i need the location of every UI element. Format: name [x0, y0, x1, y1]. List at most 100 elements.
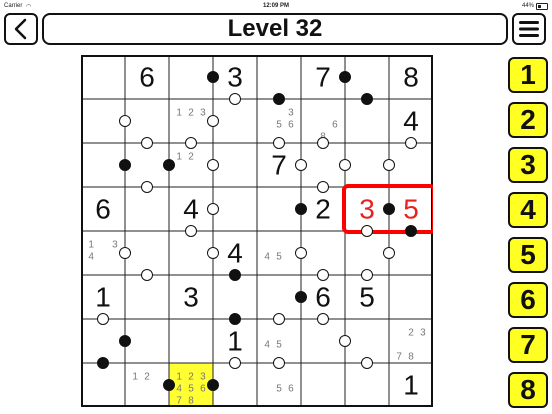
board-cell[interactable] — [256, 274, 302, 320]
board-cell[interactable] — [300, 318, 346, 364]
page-title: Level 32 — [227, 15, 323, 42]
hamburger-menu-icon — [519, 21, 539, 37]
back-button[interactable] — [4, 13, 38, 45]
board-cell[interactable] — [344, 98, 390, 144]
board-cell[interactable] — [256, 186, 302, 232]
candidate-digit: 1 — [176, 372, 182, 383]
number-button-4[interactable]: 4 — [508, 192, 548, 228]
board-cell[interactable] — [124, 186, 170, 232]
board-cell[interactable] — [124, 142, 170, 188]
white-dot — [361, 225, 373, 237]
black-dot — [207, 379, 219, 391]
white-dot — [119, 247, 131, 259]
board-cell[interactable] — [256, 55, 302, 100]
menu-button[interactable] — [512, 13, 546, 45]
cell-value: 6 — [95, 193, 111, 224]
black-dot — [339, 71, 351, 83]
black-dot — [163, 159, 175, 171]
board-cell[interactable] — [168, 55, 214, 100]
white-dot — [119, 115, 131, 127]
board-cell[interactable] — [124, 362, 170, 407]
candidate-digit: 6 — [332, 120, 338, 131]
board-cell[interactable] — [388, 274, 433, 320]
cell-value: 2 — [315, 193, 331, 224]
number-button-5[interactable]: 5 — [508, 237, 548, 273]
board-cell[interactable] — [344, 318, 390, 364]
board-cell[interactable] — [124, 274, 170, 320]
board-cell[interactable] — [212, 186, 258, 232]
number-button-6[interactable]: 6 — [508, 282, 548, 318]
candidate-digit: 1 — [132, 372, 138, 383]
white-dot — [141, 269, 153, 281]
board-cell[interactable] — [81, 318, 126, 364]
candidate-digit: 6 — [288, 384, 294, 395]
candidate-digit: 7 — [396, 351, 402, 362]
white-dot — [295, 159, 307, 171]
board-cell[interactable] — [124, 98, 170, 144]
white-dot — [229, 357, 241, 369]
white-dot — [383, 159, 395, 171]
board-cell[interactable] — [212, 274, 258, 320]
board-cell[interactable] — [388, 142, 433, 188]
candidate-digit: 1 — [88, 240, 94, 251]
board-cell[interactable] — [388, 230, 433, 276]
sudoku-board[interactable]: 1 2 3 35 6 681 21 34 4 54 52 37 81 2 1 2 34 5 67 85 66 3 7 8476… — [81, 55, 433, 407]
number-button-3[interactable]: 3 — [508, 147, 548, 183]
board-cell[interactable] — [124, 230, 170, 276]
white-dot — [361, 357, 373, 369]
number-button-7[interactable]: 7 — [508, 327, 548, 363]
candidate-digit: 5 — [276, 340, 282, 351]
white-dot — [229, 93, 241, 105]
number-button-1[interactable]: 1 — [508, 57, 548, 93]
board-cell[interactable] — [212, 98, 258, 144]
candidate-digit: 6 — [288, 120, 294, 131]
cell-value: 7 — [315, 61, 331, 92]
candidate-digit: 3 — [200, 108, 206, 119]
board-cell[interactable] — [168, 98, 214, 144]
white-dot — [339, 335, 351, 347]
black-dot — [97, 357, 109, 369]
candidate-digit: 8 — [408, 351, 414, 362]
board-cell[interactable] — [212, 362, 258, 407]
candidate-digit: 3 — [200, 372, 206, 383]
number-button-8[interactable]: 8 — [508, 372, 548, 408]
board-cell[interactable] — [81, 362, 126, 407]
board-cell[interactable] — [168, 230, 214, 276]
board-cell[interactable] — [81, 55, 126, 100]
board-cell[interactable] — [344, 362, 390, 407]
white-dot — [207, 159, 219, 171]
cell-value: 1 — [403, 369, 419, 400]
white-dot — [405, 137, 417, 149]
board-cell[interactable] — [344, 142, 390, 188]
board-cell[interactable] — [212, 142, 258, 188]
clock: 12:09 PM — [262, 3, 289, 9]
white-dot — [317, 269, 329, 281]
black-dot — [163, 379, 175, 391]
number-button-2[interactable]: 2 — [508, 102, 548, 138]
black-dot — [295, 291, 307, 303]
candidate-digit: 8 — [188, 395, 194, 406]
status-bar: Carrier ◠ 12:09 PM 44% — [0, 0, 552, 12]
candidate-digit: 1 — [176, 152, 182, 163]
white-dot — [207, 115, 219, 127]
cell-value: 3 — [227, 61, 243, 92]
candidate-digit: 1 — [176, 108, 182, 119]
board-cell[interactable] — [300, 362, 346, 407]
board-cell[interactable] — [344, 55, 390, 100]
board-cell[interactable] — [81, 98, 126, 144]
board-cell[interactable] — [168, 318, 214, 364]
candidate-digit: 2 — [188, 108, 194, 119]
cell-value: 4 — [227, 237, 243, 268]
cell-value: 4 — [403, 105, 419, 136]
board-cell[interactable] — [124, 318, 170, 364]
black-dot — [119, 159, 131, 171]
board-cell[interactable] — [81, 142, 126, 188]
candidate-digit: 3 — [288, 108, 294, 119]
board-cell[interactable] — [300, 230, 346, 276]
board-cell[interactable] — [344, 230, 390, 276]
black-dot — [229, 269, 241, 281]
board-cell[interactable] — [300, 142, 346, 188]
black-dot — [229, 313, 241, 325]
chevron-left-icon — [14, 18, 27, 40]
board-cell[interactable] — [168, 142, 214, 188]
